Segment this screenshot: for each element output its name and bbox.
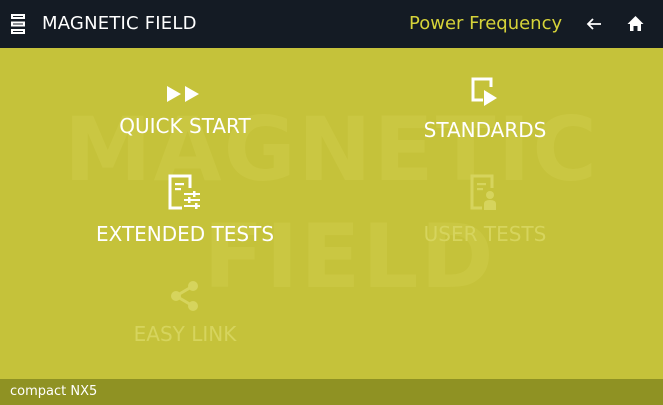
list-menu-icon[interactable]: [11, 14, 25, 34]
arrow-left-icon[interactable]: [586, 16, 602, 32]
status-bar: compact NX5: [0, 379, 663, 405]
main-menu: MAGNETIC FIELD QUICK START STANDARDS EXT…: [0, 48, 663, 379]
page-title: MAGNETIC FIELD: [42, 13, 197, 34]
extended-tests-label: EXTENDED TESTS: [95, 222, 275, 246]
document-play-icon: [471, 77, 497, 106]
quick-start-label: QUICK START: [119, 114, 251, 138]
extended-tests-button[interactable]: EXTENDED TESTS: [85, 174, 285, 246]
user-tests-button[interactable]: USER TESTS: [400, 174, 570, 246]
user-tests-label: USER TESTS: [423, 222, 547, 246]
top-bar: MAGNETIC FIELD Power Frequency: [0, 0, 663, 48]
device-name: compact NX5: [10, 384, 98, 399]
home-icon[interactable]: [627, 15, 644, 32]
easy-link-label: EASY LINK: [133, 322, 237, 346]
quick-start-button[interactable]: QUICK START: [100, 84, 270, 138]
standards-button[interactable]: STANDARDS: [400, 76, 570, 142]
document-user-icon: [470, 174, 496, 210]
easy-link-button[interactable]: EASY LINK: [100, 280, 270, 346]
standards-label: STANDARDS: [423, 118, 547, 142]
mode-label: Power Frequency: [409, 13, 563, 34]
document-settings-icon: [168, 174, 200, 210]
fast-forward-icon: [167, 86, 199, 102]
share-icon: [171, 281, 198, 311]
